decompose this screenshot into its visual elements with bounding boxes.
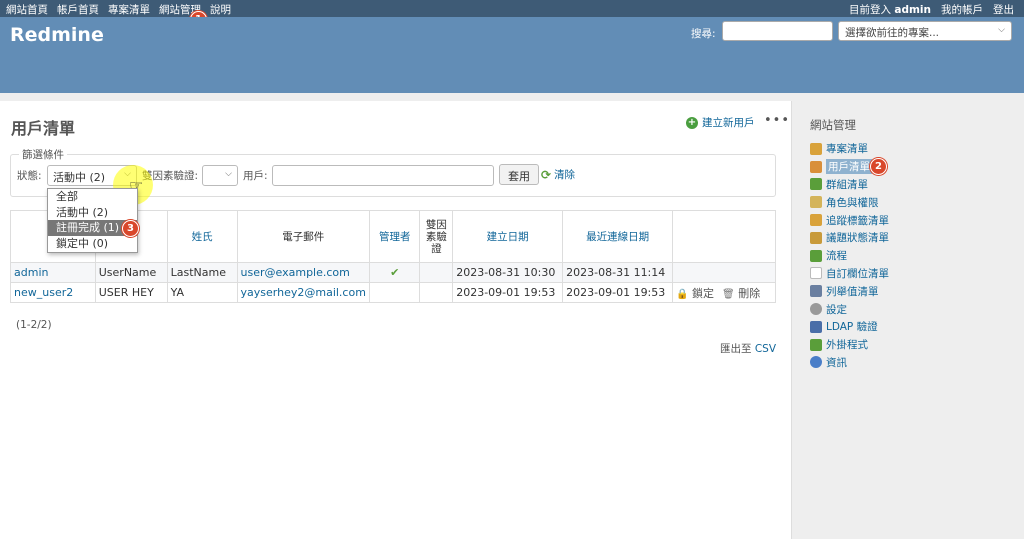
status-dropdown-list: 全部 活動中 (2) 註冊完成 (1) 鎖定中 (0) xyxy=(47,188,138,253)
ldap-icon xyxy=(810,320,822,333)
sidebar-item-enumerations[interactable]: 列舉值清單 xyxy=(810,282,889,300)
new-user-link[interactable]: + 建立新用戶 xyxy=(686,115,755,130)
user-actions xyxy=(672,262,776,283)
user-lastname: YA xyxy=(166,282,238,303)
sidebar-item-groups[interactable]: 群組清單 xyxy=(810,176,889,194)
issue-status-icon xyxy=(810,231,822,244)
users-icon xyxy=(810,160,822,173)
sidebar-item-custom-fields[interactable]: 自訂欄位清單 xyxy=(810,265,889,283)
clear-link[interactable]: ⟳ 清除 xyxy=(541,167,575,182)
user-login-link[interactable]: new_user2 xyxy=(14,286,73,299)
chevron-down-icon: ⌵ xyxy=(225,169,232,179)
admin-check-icon xyxy=(368,282,421,303)
plugins-icon xyxy=(810,338,822,351)
top-menu-my-page[interactable]: 帳戶首頁 xyxy=(57,2,99,17)
user-twofa xyxy=(419,262,454,283)
user-twofa xyxy=(419,282,454,303)
table-row: new_user2 USER HEY YA yayserhey2@mail.co… xyxy=(10,282,776,303)
user-filter-label: 用戶: xyxy=(243,170,268,182)
status-option-locked[interactable]: 鎖定中 (0) xyxy=(48,236,137,252)
sidebar-item-workflow[interactable]: 流程 xyxy=(810,247,889,265)
project-jump-select[interactable]: 選擇欲前往的專案... ⌵ xyxy=(838,21,1012,41)
status-filter-label: 狀態: xyxy=(17,170,42,182)
col-header-lastname[interactable]: 姓氏 xyxy=(166,210,238,263)
groups-icon xyxy=(810,178,822,191)
twofa-filter-select[interactable]: ⌵ xyxy=(202,165,238,186)
sidebar-item-settings[interactable]: 設定 xyxy=(810,300,889,318)
reload-icon: ⟳ xyxy=(541,167,552,182)
status-option-active[interactable]: 活動中 (2) xyxy=(48,205,137,221)
top-menu-home[interactable]: 網站首頁 xyxy=(6,2,48,17)
top-menu-projects[interactable]: 專案清單 xyxy=(108,2,150,17)
col-header-created[interactable]: 建立日期 xyxy=(452,210,564,263)
pagination-count: (1-2/2) xyxy=(16,319,52,331)
user-actions: 🔒 鎖定 🗑 刪除 xyxy=(672,282,776,303)
col-header-last-login[interactable]: 最近連線日期 xyxy=(562,210,674,263)
export-row: 匯出至 CSV xyxy=(720,343,777,355)
info-icon xyxy=(810,356,822,369)
trash-icon: 🗑 xyxy=(722,288,735,300)
step-badge-2: 2 xyxy=(870,158,887,175)
user-last-login: 2023-09-01 19:53 xyxy=(562,282,674,303)
col-header-actions xyxy=(672,210,776,263)
enumerations-icon xyxy=(810,285,822,298)
my-account-link[interactable]: 我的帳戶 xyxy=(941,2,983,17)
top-menu-help[interactable]: 說明 xyxy=(210,2,231,17)
sidebar-item-info[interactable]: 資訊 xyxy=(810,354,889,372)
app-title[interactable]: Redmine xyxy=(10,24,104,46)
user-email-link[interactable]: yayserhey2@mail.com xyxy=(241,286,366,299)
page-title: 用戶清單 xyxy=(11,119,76,138)
sidebar-item-plugins[interactable]: 外掛程式 xyxy=(810,336,889,354)
roles-icon xyxy=(810,196,822,209)
status-option-all[interactable]: 全部 xyxy=(48,189,137,205)
col-header-email: 電子郵件 xyxy=(236,210,370,263)
sidebar: 網站管理 專案清單 用戶清單 群組清單 角色與權限 追蹤標籤清單 議題狀態清單 … xyxy=(791,101,1024,539)
admin-check-icon: ✔ xyxy=(368,262,421,283)
user-created: 2023-08-31 10:30 xyxy=(452,262,564,283)
sidebar-item-roles[interactable]: 角色與權限 xyxy=(810,193,889,211)
export-csv-link[interactable]: CSV xyxy=(755,343,776,355)
chevron-down-icon: ⌵ xyxy=(998,25,1005,35)
user-filter-input[interactable] xyxy=(272,165,494,186)
user-firstname: USER HEY xyxy=(94,282,168,303)
lock-link[interactable]: 🔒 鎖定 xyxy=(676,285,714,301)
sidebar-title: 網站管理 xyxy=(810,118,856,132)
apply-button[interactable]: 套用 xyxy=(499,164,539,185)
logout-link[interactable]: 登出 xyxy=(993,2,1014,17)
header: Redmine 搜尋: 選擇欲前往的專案... ⌵ xyxy=(0,17,1024,93)
user-login-link[interactable]: admin xyxy=(14,266,48,279)
search-label: 搜尋: xyxy=(691,28,716,40)
user-email-link[interactable]: user@example.com xyxy=(241,266,350,279)
search-input[interactable] xyxy=(722,21,833,41)
delete-link[interactable]: 🗑 刪除 xyxy=(722,285,760,301)
main-content: 用戶清單 + 建立新用戶 ••• 篩選條件 狀態: 活動中 (2) ⌵ 雙因素驗… xyxy=(0,101,791,539)
table-row: admin UserName LastName user@example.com… xyxy=(10,262,776,283)
lock-icon: 🔒 xyxy=(676,288,689,300)
user-created: 2023-09-01 19:53 xyxy=(452,282,564,303)
settings-icon xyxy=(810,303,822,316)
logged-in-as: 目前登入 admin xyxy=(849,4,931,16)
sidebar-item-ldap[interactable]: LDAP 驗證 xyxy=(810,318,889,336)
user-last-login: 2023-08-31 11:14 xyxy=(562,262,674,283)
more-actions-icon[interactable]: ••• xyxy=(764,113,790,128)
workflow-icon xyxy=(810,249,822,262)
sidebar-item-issue-statuses[interactable]: 議題狀態清單 xyxy=(810,229,889,247)
step-badge-3: 3 xyxy=(122,220,139,237)
filters-legend: 篩選條件 xyxy=(22,149,64,161)
sidebar-item-trackers[interactable]: 追蹤標籤清單 xyxy=(810,211,889,229)
custom-fields-icon xyxy=(810,267,822,280)
add-icon: + xyxy=(686,116,698,129)
col-header-admin[interactable]: 管理者 xyxy=(368,210,421,263)
col-header-twofa: 雙因 素驗證 xyxy=(419,210,454,263)
user-lastname: LastName xyxy=(166,262,238,283)
user-firstname: UserName xyxy=(94,262,168,283)
trackers-icon xyxy=(810,214,822,227)
projects-icon xyxy=(810,142,822,155)
top-menu: 網站首頁 帳戶首頁 專案清單 網站管理 說明 目前登入 admin 我的帳戶 登… xyxy=(0,0,1024,17)
sidebar-item-projects[interactable]: 專案清單 xyxy=(810,140,889,158)
logged-in-user[interactable]: admin xyxy=(894,4,931,16)
